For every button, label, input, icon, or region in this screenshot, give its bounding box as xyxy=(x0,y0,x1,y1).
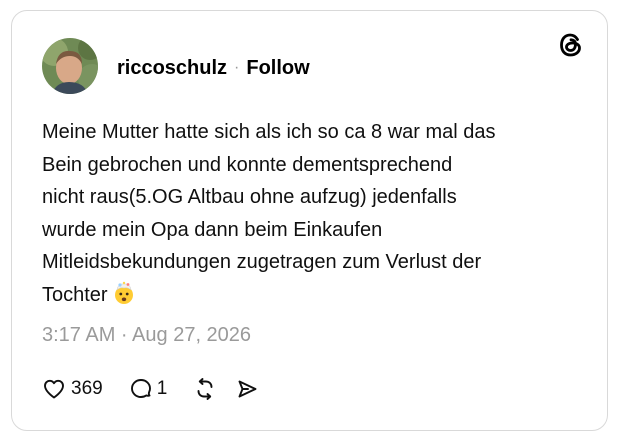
repost-button[interactable] xyxy=(193,377,217,401)
post-text-line: Mitleidsbekundungen zugetragen zum Verlu… xyxy=(42,251,482,273)
post-text-last-line: Tochter xyxy=(42,279,582,316)
like-button[interactable]: 369 xyxy=(42,377,103,401)
reply-count: 1 xyxy=(156,378,168,399)
post-body: Meine Mutter hatte sich als ich so ca 8 … xyxy=(42,116,582,315)
avatar[interactable] xyxy=(42,38,98,94)
follow-button[interactable]: Follow xyxy=(246,57,309,80)
like-count: 369 xyxy=(71,378,103,399)
avatar-image xyxy=(42,38,98,94)
post-text-line: Tochter xyxy=(42,283,108,306)
post-card: riccoschulz · Follow Meine Mutter hatte … xyxy=(11,10,608,431)
share-icon xyxy=(235,377,259,401)
share-button[interactable] xyxy=(235,377,259,401)
post-text-line: wurde mein Opa dann beim Einkaufen xyxy=(42,218,383,241)
heart-icon xyxy=(42,377,66,401)
post-timestamp[interactable]: 3:17 AM · Aug 27, 2026 xyxy=(42,324,251,347)
header-separator: · xyxy=(234,59,240,76)
post-text-line: nicht raus(5.OG Altbau ohne aufzug) jede… xyxy=(42,186,457,208)
comment-icon xyxy=(129,377,153,401)
repost-icon xyxy=(193,377,217,401)
username-link[interactable]: riccoschulz xyxy=(117,57,227,80)
post-text-line: Meine Mutter hatte sich als ich so ca 8 … xyxy=(42,121,496,143)
post-header: riccoschulz · Follow xyxy=(117,53,310,83)
action-bar: 369 1 xyxy=(42,374,259,404)
post-text-line: Bein gebrochen und konnte dementsprechen… xyxy=(42,153,453,176)
reply-button[interactable]: 1 xyxy=(129,377,168,401)
exploding-head-emoji-icon xyxy=(112,281,136,316)
threads-logo-icon[interactable] xyxy=(557,31,585,59)
